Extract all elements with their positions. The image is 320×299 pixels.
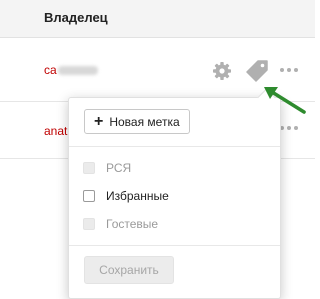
option-label: Избранные bbox=[106, 189, 169, 203]
redacted-text bbox=[57, 66, 98, 76]
plus-icon: + bbox=[94, 112, 104, 130]
option-label: РСЯ bbox=[106, 161, 132, 175]
divider bbox=[69, 146, 280, 147]
tag-option-favorites[interactable]: Избранные bbox=[83, 189, 169, 203]
table-header: Владелец bbox=[0, 0, 315, 38]
more-icon[interactable] bbox=[280, 64, 302, 76]
owner-column-header: Владелец bbox=[44, 10, 108, 25]
tag-icon[interactable] bbox=[244, 58, 270, 84]
new-tag-button[interactable]: + Новая метка bbox=[84, 109, 190, 134]
divider bbox=[69, 245, 280, 246]
new-tag-label: Новая метка bbox=[109, 114, 180, 129]
option-label: Гостевые bbox=[106, 217, 159, 231]
owner-name: anat bbox=[44, 124, 68, 138]
save-button: Сохранить bbox=[84, 256, 174, 284]
owner-name-prefix: ca bbox=[44, 63, 57, 77]
arrow-icon bbox=[258, 82, 308, 124]
tags-popup: + Новая метка РСЯ Избранные Гостевые Сох… bbox=[68, 88, 281, 299]
checkbox[interactable] bbox=[83, 190, 95, 202]
checkbox bbox=[83, 162, 95, 174]
owner-name: ca bbox=[44, 63, 98, 77]
settings-gear-icon[interactable] bbox=[211, 60, 233, 82]
tag-option-rsya: РСЯ bbox=[83, 161, 131, 175]
tag-option-guest: Гостевые bbox=[83, 217, 158, 231]
checkbox bbox=[83, 218, 95, 230]
